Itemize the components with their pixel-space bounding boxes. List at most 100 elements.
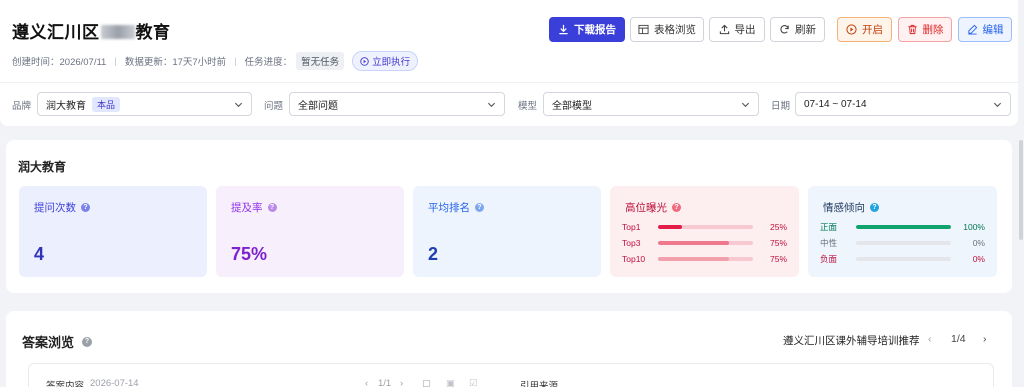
sentiment-card: 情感倾向 ? 正面 100% 中性 0% 负面 0% xyxy=(808,186,997,277)
progress-label: 任务进度： xyxy=(244,57,293,68)
refresh-icon xyxy=(780,25,789,34)
page-scrollbar[interactable] xyxy=(1018,0,1024,387)
meta-separator: | xyxy=(114,55,117,67)
question-select[interactable]: 全部问题 xyxy=(289,92,505,116)
delete-label: 删除 xyxy=(922,24,944,36)
chevron-down-icon xyxy=(993,102,1002,108)
sentiment-row-name: 正面 xyxy=(820,222,838,232)
help-icon[interactable]: ? xyxy=(870,203,879,212)
exposure-bar-track xyxy=(658,225,753,229)
download-icon xyxy=(559,24,568,35)
brand-select[interactable]: 润大教育 本品 xyxy=(37,92,252,116)
exposure-row: Top3 75% xyxy=(622,237,787,249)
sentiment-bar-track xyxy=(856,225,951,229)
next-answer-icon[interactable]: › xyxy=(400,378,403,387)
upload-icon xyxy=(719,24,729,35)
exposure-row: Top10 75% xyxy=(622,253,787,265)
chevron-down-icon xyxy=(487,102,496,108)
answers-header: 答案浏览 ? xyxy=(22,332,93,351)
scrollbar-thumb[interactable] xyxy=(1019,140,1023,240)
copy-icon[interactable]: ▢ xyxy=(422,378,431,387)
refresh-label: 刷新 xyxy=(795,24,816,36)
top-exposure-label-row: 高位曝光 ? xyxy=(625,200,681,215)
avg-rank-label-row: 平均排名 ? xyxy=(428,200,484,215)
sentiment-label-row: 情感倾向 ? xyxy=(823,200,879,215)
trash-icon xyxy=(907,24,917,35)
meta-separator: | xyxy=(234,55,237,67)
page-title: 遵义汇川区 教育 xyxy=(12,18,171,43)
exposure-row-pct: 75% xyxy=(769,238,787,248)
download-report-button[interactable]: 下载报告 xyxy=(549,17,625,42)
avg-rank-value: 2 xyxy=(428,244,439,264)
sentiment-row: 负面 0% xyxy=(820,253,985,265)
mention-rate-card: 提及率 ? 75% xyxy=(216,186,404,277)
sentiment-row-pct: 0% xyxy=(972,254,985,264)
title-prefix: 遵义汇川区 xyxy=(12,23,100,42)
sentiment-row-name: 中性 xyxy=(820,238,838,248)
current-query: 遵义汇川区课外辅导培训推荐 xyxy=(783,335,920,347)
export-button[interactable]: 导出 xyxy=(709,17,765,42)
title-suffix: 教育 xyxy=(135,23,171,42)
prev-page-icon[interactable]: ‹ xyxy=(928,333,932,345)
mention-rate-label: 提及率 xyxy=(231,202,263,214)
question-count-value: 4 xyxy=(34,244,45,264)
help-icon[interactable]: ? xyxy=(81,203,90,212)
page-indicator: 1/4 xyxy=(951,333,966,345)
chevron-down-icon xyxy=(741,102,750,108)
answer-content-label: 答案内容 xyxy=(46,381,85,387)
run-now-label: 立即执行 xyxy=(372,57,411,68)
enable-button[interactable]: 开启 xyxy=(837,17,892,42)
created-time: 创建时间：2026/07/11 xyxy=(12,57,107,68)
next-page-icon[interactable]: › xyxy=(983,333,987,345)
own-brand-badge: 本品 xyxy=(92,96,121,112)
run-now-button[interactable]: 立即执行 xyxy=(352,51,419,71)
enable-label: 开启 xyxy=(862,24,883,36)
date-filter-label: 日期 xyxy=(771,101,791,112)
table-view-label: 表格浏览 xyxy=(654,24,696,36)
mention-rate-label-row: 提及率 ? xyxy=(231,200,277,215)
model-select[interactable]: 全部模型 xyxy=(543,92,759,116)
sentiment-label: 情感倾向 xyxy=(823,202,865,214)
check-icon[interactable]: ☑ xyxy=(469,378,478,387)
help-icon[interactable]: ? xyxy=(475,203,484,212)
exposure-row-pct: 25% xyxy=(769,222,787,232)
avg-rank-label: 平均排名 xyxy=(428,202,470,214)
help-icon[interactable]: ? xyxy=(672,203,681,212)
image-icon[interactable]: ▣ xyxy=(446,378,455,387)
question-filter-label: 问题 xyxy=(264,101,284,112)
sentiment-bar-track xyxy=(856,241,951,245)
edit-button[interactable]: 编辑 xyxy=(958,17,1012,42)
brand-filter-label: 品牌 xyxy=(12,101,32,112)
help-icon[interactable]: ? xyxy=(82,336,93,347)
refresh-button[interactable]: 刷新 xyxy=(770,17,825,42)
play-circle-icon xyxy=(360,56,369,66)
top-exposure-label: 高位曝光 xyxy=(625,202,667,214)
sentiment-row: 正面 100% xyxy=(820,221,985,233)
delete-button[interactable]: 删除 xyxy=(898,17,952,42)
sentiment-row-pct: 0% xyxy=(972,238,985,248)
sentiment-row-pct: 100% xyxy=(963,222,985,232)
answer-date: 2026-07-14 xyxy=(90,378,139,387)
help-icon[interactable]: ? xyxy=(267,203,277,212)
top-exposure-card: 高位曝光 ? Top1 25% Top3 75% Top10 75% xyxy=(610,186,799,277)
date-range-select[interactable]: 07-14 ~ 07-14 xyxy=(795,92,1011,116)
exposure-row: Top1 25% xyxy=(622,221,787,233)
header-divider xyxy=(0,82,1018,83)
chevron-down-icon xyxy=(234,102,243,108)
answer-page-indicator: 1/1 xyxy=(378,378,392,387)
question-count-label-row: 提问次数 ? xyxy=(34,200,90,215)
exposure-bar-fill xyxy=(658,241,730,245)
prev-answer-icon[interactable]: ‹ xyxy=(365,378,368,387)
table-view-button[interactable]: 表格浏览 xyxy=(630,17,704,42)
source-label: 引用来源 xyxy=(520,381,559,387)
task-meta: 创建时间：2026/07/11 | 数据更新：17天7小时前 | 任务进度： 暂… xyxy=(12,51,419,71)
sentiment-bar-track xyxy=(856,257,951,261)
redacted-text xyxy=(100,25,135,39)
avg-rank-card: 平均排名 ? 2 xyxy=(413,186,601,277)
question-select-value: 全部问题 xyxy=(298,100,338,112)
overview-title: 润大教育 xyxy=(18,160,67,174)
exposure-row-name: Top3 xyxy=(622,238,641,248)
answer-panel xyxy=(28,363,994,387)
table-icon xyxy=(638,24,649,35)
exposure-bar-fill xyxy=(658,225,682,229)
